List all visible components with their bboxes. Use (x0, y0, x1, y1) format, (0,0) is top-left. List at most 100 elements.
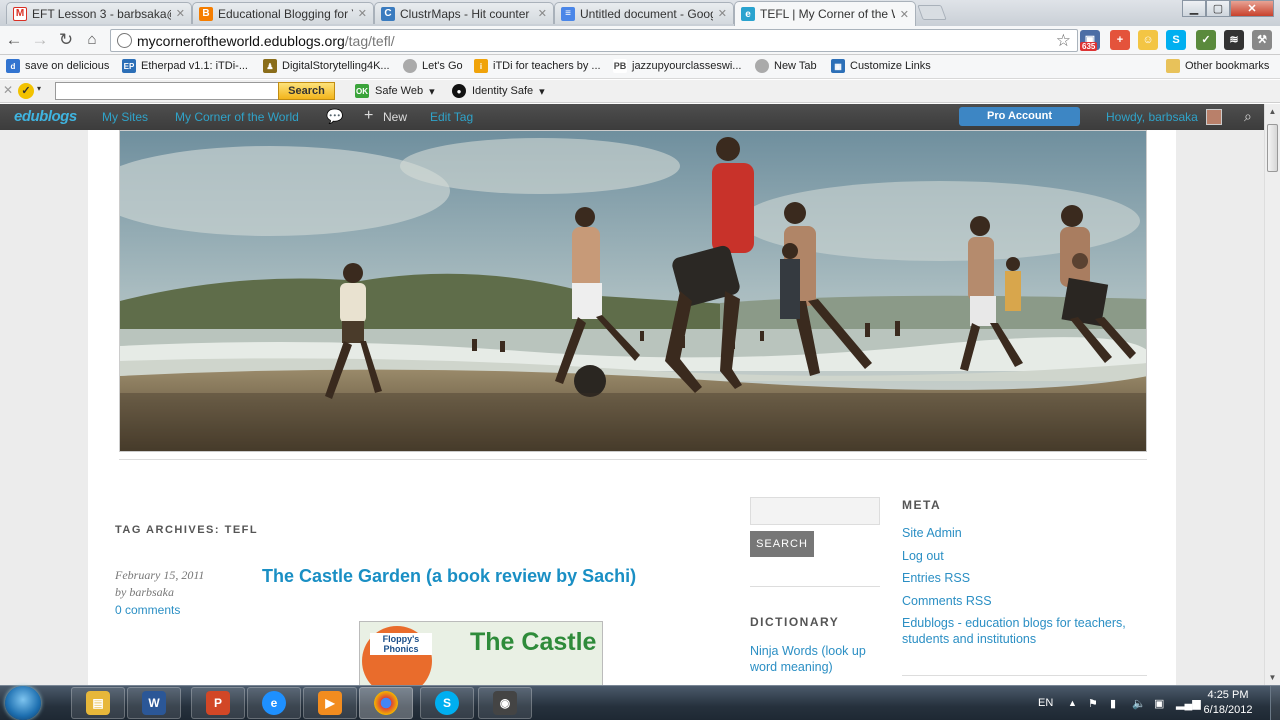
sidebar-search-input[interactable] (750, 497, 880, 525)
adminbar-new[interactable]: New (383, 110, 407, 124)
close-tab-icon[interactable]: ✕ (900, 8, 909, 21)
volume-icon[interactable]: 🔈 (1132, 686, 1146, 720)
meta-widget-title: META (902, 498, 942, 512)
tab-label: ClustrMaps - Hit counter m (400, 6, 533, 21)
scroll-up-arrow-icon[interactable]: ▲ (1265, 104, 1280, 119)
plus-icon[interactable]: + (364, 107, 373, 125)
smiley-extension-icon[interactable]: ☺ (1138, 30, 1158, 50)
tab-tefl-active[interactable]: e TEFL | My Corner of the Wo ✕ (734, 1, 916, 26)
tab-label: TEFL | My Corner of the Wo (760, 7, 895, 21)
bookmark-star-icon[interactable]: ☆ (1056, 31, 1071, 51)
floppys-phonics-badge: Floppy's Phonics (362, 626, 432, 685)
bookmark-itdi[interactable]: i iTDi for teachers by ... (474, 59, 601, 73)
taskbar-explorer[interactable]: ▤ (71, 687, 125, 719)
language-indicator[interactable]: EN (1038, 686, 1053, 720)
forward-arrow-icon[interactable]: → (30, 30, 50, 50)
usb-icon[interactable]: ▣ (1154, 686, 1164, 720)
scroll-down-arrow-icon[interactable]: ▼ (1265, 670, 1280, 685)
minimize-button[interactable]: ▁ (1182, 0, 1206, 17)
show-hidden-icons[interactable]: ▲ (1068, 686, 1077, 720)
pro-account-button[interactable]: Pro Account (959, 107, 1080, 126)
start-button[interactable] (5, 686, 41, 720)
page-info-icon[interactable] (117, 33, 132, 48)
home-icon[interactable]: ⌂ (82, 30, 102, 50)
bookmark-etherpad[interactable]: EP Etherpad v1.1: iTDi-... (122, 59, 248, 73)
comments-bubble-icon[interactable]: 💬 (326, 108, 343, 125)
taskbar-skype[interactable]: S (420, 687, 474, 719)
chevron-down-icon[interactable]: ▾ (37, 84, 41, 93)
system-clock[interactable]: 4:25 PM 6/18/2012 (1196, 688, 1260, 718)
checklist-extension-icon[interactable]: ✓ (1196, 30, 1216, 50)
chevron-down-icon: ▾ (539, 85, 545, 98)
buffer-extension-icon[interactable]: ≋ (1224, 30, 1244, 50)
norton-search-button[interactable]: Search (278, 82, 335, 100)
flag-icon[interactable]: ⚑ (1088, 686, 1098, 720)
new-tab-button[interactable] (917, 5, 947, 20)
bookmark-customize-links[interactable]: ▦ Customize Links (831, 59, 931, 73)
sidebar-search-button[interactable]: SEARCH (750, 531, 814, 557)
google-plus-icon[interactable]: + (1110, 30, 1130, 50)
post-comments-link[interactable]: 0 comments (115, 602, 204, 619)
bookmark-label: Customize Links (850, 60, 931, 72)
blogger-icon: B (199, 6, 213, 21)
taskbar-powerpoint[interactable]: P (191, 687, 245, 719)
ninja-words-link[interactable]: Ninja Words (look up word meaning) (750, 643, 880, 675)
meta-link-entries-rss[interactable]: Entries RSS (902, 570, 1142, 586)
maximize-button[interactable]: ▢ (1206, 0, 1230, 17)
adminbar-site-name[interactable]: My Corner of the World (175, 110, 299, 124)
other-bookmarks[interactable]: Other bookmarks (1166, 59, 1269, 73)
norton-check-icon[interactable]: ✓ (18, 83, 34, 99)
back-arrow-icon[interactable]: ← (4, 30, 24, 50)
taskbar-word[interactable]: W (127, 687, 181, 719)
bookmark-save-on-delicious[interactable]: d save on delicious (6, 59, 109, 73)
tab-clustrmaps[interactable]: C ClustrMaps - Hit counter m ✕ (374, 2, 554, 24)
wrench-icon[interactable]: ⚒ (1252, 30, 1272, 50)
meta-link-site-admin[interactable]: Site Admin (902, 525, 1142, 541)
address-bar[interactable]: mycorneroftheworld.edublogs.org/tag/tefl… (110, 29, 1078, 52)
reload-icon[interactable]: ↻ (56, 30, 76, 50)
skype-extension-icon[interactable]: S (1166, 30, 1186, 50)
safe-web-menu[interactable]: OK Safe Web ▾ (355, 84, 435, 98)
identity-safe-icon: ● (452, 84, 466, 98)
adminbar-edit-tag[interactable]: Edit Tag (430, 110, 473, 124)
scrollbar-thumb[interactable] (1267, 124, 1278, 172)
book-cover-image[interactable]: Floppy's Phonics The Castle (359, 621, 603, 685)
power-icon[interactable]: ▮ (1110, 686, 1116, 720)
adminbar-my-sites[interactable]: My Sites (102, 110, 148, 124)
bookmark-jazzupyourclasses[interactable]: PB jazzupyourclasseswi... (613, 59, 741, 73)
taskbar-media-player[interactable]: ▶ (303, 687, 357, 719)
close-tab-icon[interactable]: ✕ (176, 7, 185, 20)
taskbar-chrome[interactable] (359, 687, 413, 719)
close-toolbar-icon[interactable]: ✕ (3, 83, 13, 97)
avatar[interactable] (1206, 109, 1222, 125)
taskbar-internet-explorer[interactable]: e (247, 687, 301, 719)
taskbar-camtasia[interactable]: ◉ (478, 687, 532, 719)
bookmark-new-tab[interactable]: New Tab (755, 59, 817, 73)
close-tab-icon[interactable]: ✕ (538, 7, 547, 20)
close-window-button[interactable]: ✕ (1230, 0, 1274, 17)
edublogs-logo[interactable]: edublogs (14, 108, 77, 125)
tab-educational-blogging[interactable]: B Educational Blogging for Yo ✕ (192, 2, 374, 24)
show-desktop-button[interactable] (1270, 686, 1280, 720)
identity-safe-menu[interactable]: ● Identity Safe ▾ (452, 84, 545, 98)
tab-gmail[interactable]: M EFT Lesson 3 - barbsaka@g ✕ (6, 2, 192, 24)
sidebar-divider (750, 586, 880, 587)
howdy-user-menu[interactable]: Howdy, barbsaka (1106, 110, 1198, 124)
search-icon[interactable]: ⌕ (1244, 108, 1252, 125)
page-scrollbar[interactable]: ▲ ▼ (1264, 104, 1280, 685)
meta-link-log-out[interactable]: Log out (902, 548, 1142, 564)
meta-link-comments-rss[interactable]: Comments RSS (902, 593, 1142, 609)
post-title-link[interactable]: The Castle Garden (a book review by Sach… (262, 566, 636, 587)
chevron-down-icon: ▾ (429, 85, 435, 98)
bookmark-lets-go[interactable]: Let's Go (403, 59, 463, 73)
clustrmaps-icon: C (381, 6, 395, 21)
media-player-icon: ▶ (318, 691, 342, 715)
bookmark-label: DigitalStorytelling4K... (282, 60, 390, 72)
tab-google-docs[interactable]: ≡ Untitled document - Googl ✕ (554, 2, 734, 24)
google-docs-icon: ≡ (561, 6, 575, 21)
close-tab-icon[interactable]: ✕ (718, 7, 727, 20)
bookmark-digitalstorytelling[interactable]: ♟ DigitalStorytelling4K... (263, 59, 390, 73)
close-tab-icon[interactable]: ✕ (358, 7, 367, 20)
page-viewport: TAG ARCHIVES: TEFL February 15, 2011 by … (0, 130, 1264, 685)
meta-link-edublogs[interactable]: Edublogs - education blogs for teachers,… (902, 615, 1142, 647)
